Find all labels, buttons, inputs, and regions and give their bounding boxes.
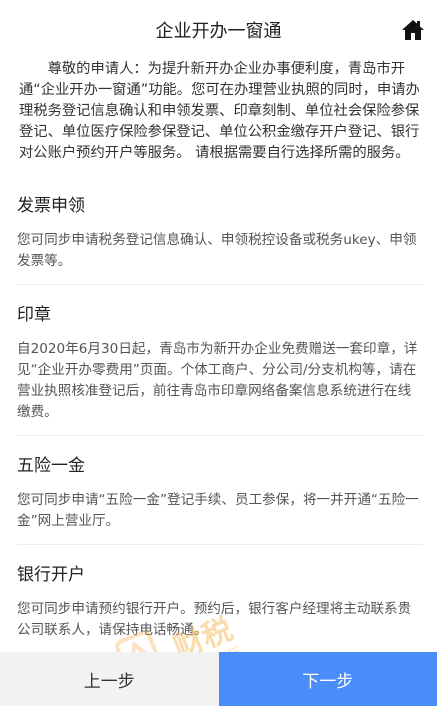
prev-step-button[interactable]: 上一步 bbox=[0, 652, 219, 706]
section-bank: 银行开户 您可同步申请预约银行开户。预约后，银行客户经理将主动联系贵公司联系人，… bbox=[0, 545, 437, 654]
section-body-seal: 自2020年6月30日起，青岛市为新开办企业免费赠送一套印章，详见“企业开办零费… bbox=[17, 331, 423, 436]
section-title-seal: 印章 bbox=[17, 305, 51, 325]
app-header: 企业开办一窗通 bbox=[0, 0, 437, 60]
section-title-invoice: 发票申领 bbox=[17, 196, 85, 216]
home-icon[interactable] bbox=[401, 18, 425, 42]
section-invoice: 发票申领 您可同步申请税务登记信息确认、申领税控设备或税务ukey、申领发票等。 bbox=[0, 176, 437, 285]
section-seal: 印章 自2020年6月30日起，青岛市为新开办企业免费赠送一套印章，详见“企业开… bbox=[0, 285, 437, 436]
section-body-bank: 您可同步申请预约银行开户。预约后，银行客户经理将主动联系贵公司联系人，请保持电话… bbox=[17, 591, 423, 654]
footer-actions: 上一步 下一步 bbox=[0, 652, 437, 706]
section-body-invoice: 您可同步申请税务登记信息确认、申领税控设备或税务ukey、申领发票等。 bbox=[17, 222, 423, 285]
section-title-bank: 银行开户 bbox=[17, 565, 85, 585]
intro-text: 尊敬的申请人：为提升新开办企业办事便利度，青岛市开通“企业开办一窗通”功能。您可… bbox=[19, 61, 420, 161]
page-title: 企业开办一窗通 bbox=[155, 21, 282, 42]
section-body-insurance: 您可同步申请“五险一金”登记手续、员工参保，将一并开通“五险一金”网上营业厅。 bbox=[17, 482, 423, 545]
section-insurance: 五险一金 您可同步申请“五险一金”登记手续、员工参保，将一并开通“五险一金”网上… bbox=[0, 436, 437, 545]
section-title-insurance: 五险一金 bbox=[17, 456, 85, 476]
next-step-button[interactable]: 下一步 bbox=[218, 652, 437, 706]
